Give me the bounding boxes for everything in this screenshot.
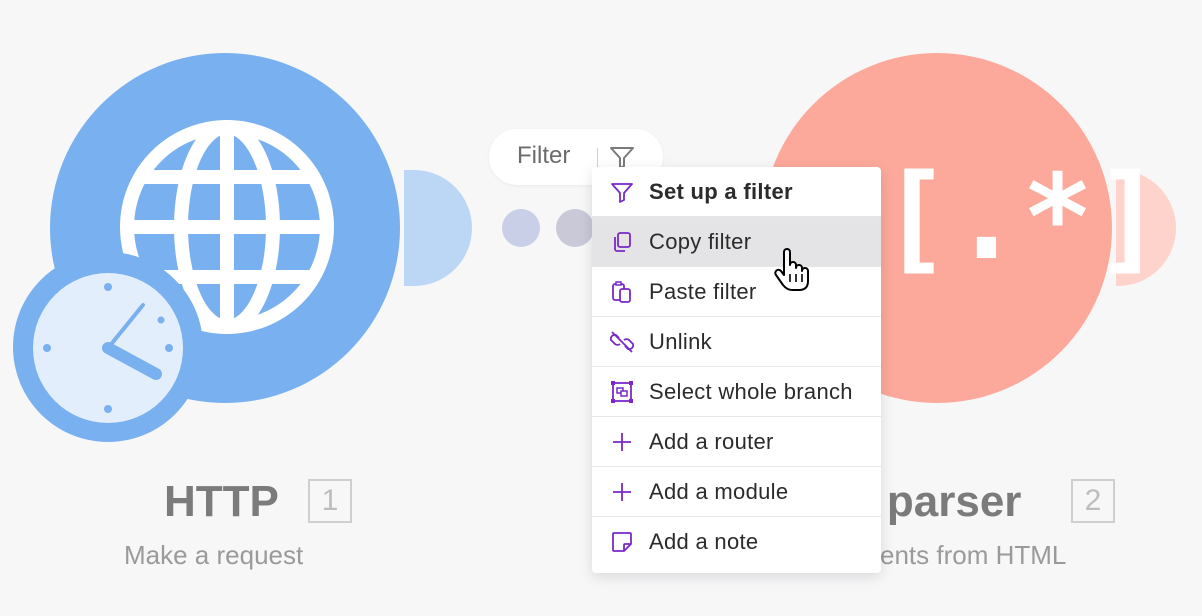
menu-item-label: Paste filter: [649, 278, 757, 304]
menu-item-label: Select whole branch: [649, 378, 853, 404]
menu-item-label: Set up a filter: [649, 178, 793, 204]
menu-item-add-module[interactable]: Add a module: [592, 467, 881, 517]
context-menu: Set up a filter Copy filter Paste filter…: [592, 167, 881, 573]
copy-icon: [609, 229, 635, 255]
text-parser-module-title: t parser: [860, 477, 1022, 526]
paste-icon: [609, 279, 635, 305]
text-parser-module-number: 2: [1071, 479, 1115, 523]
menu-item-add-router[interactable]: Add a router: [592, 417, 881, 467]
funnel-icon: [609, 179, 635, 205]
hand-cursor-icon: [774, 248, 809, 291]
menu-item-add-note[interactable]: Add a note: [592, 517, 881, 567]
plus-icon: [609, 429, 635, 455]
text-parser-module-subtitle: ents from HTML: [880, 540, 1067, 570]
unlink-icon: [609, 329, 635, 355]
menu-item-select-whole-branch[interactable]: Select whole branch: [592, 367, 881, 417]
http-module-title: HTTP: [164, 477, 279, 526]
connection-dot[interactable]: [502, 209, 540, 247]
menu-item-set-up-filter[interactable]: Set up a filter: [592, 167, 881, 217]
filter-label[interactable]: Filter: [517, 142, 570, 170]
menu-item-label: Add a note: [649, 529, 759, 554]
note-icon: [609, 529, 635, 555]
clock-icon: [33, 273, 183, 423]
menu-item-label: Add a router: [649, 428, 774, 454]
menu-item-copy-filter[interactable]: Copy filter: [592, 217, 881, 267]
select-branch-icon: [609, 379, 635, 405]
filter-divider: [597, 148, 598, 168]
regex-icon: [.*]: [880, 148, 1165, 286]
http-module-subtitle: Make a request: [124, 540, 304, 570]
http-module-number: 1: [308, 479, 352, 523]
plus-icon: [609, 479, 635, 505]
menu-item-label: Copy filter: [649, 228, 752, 254]
menu-item-label: Add a module: [649, 478, 789, 504]
menu-item-paste-filter[interactable]: Paste filter: [592, 267, 881, 317]
menu-item-unlink[interactable]: Unlink: [592, 317, 881, 367]
connection-dot[interactable]: [556, 209, 594, 247]
http-module-connector[interactable]: [404, 170, 472, 286]
menu-item-label: Unlink: [649, 328, 712, 354]
